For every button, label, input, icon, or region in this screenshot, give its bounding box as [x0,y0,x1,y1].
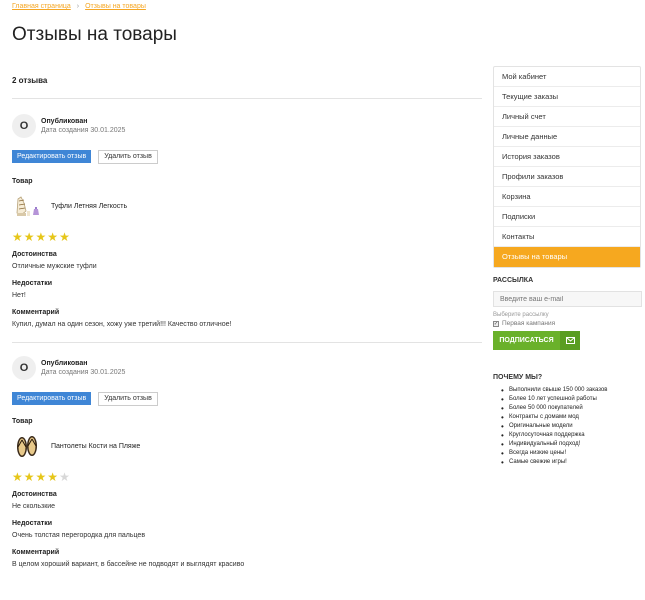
review-date: Дата создания 30.01.2025 [41,369,126,376]
pros-label: Достоинства [12,251,57,258]
why-us-item: Оригинальные модели [501,422,641,431]
why-us-list: Выполнили свыше 150 000 заказов Более 10… [493,386,641,467]
comment-label: Комментарий [12,309,60,316]
why-us-item: Контракты с домами мод [501,413,641,422]
menu-item-contacts[interactable]: Контакты [494,227,640,247]
why-us-title: ПОЧЕМУ МЫ? [493,374,543,381]
pros-label: Достоинства [12,491,57,498]
breadcrumb: Главная страница › Отзывы на товары [12,3,146,10]
pros-value: Не скользкие [12,503,56,510]
rating-stars: ★ ★ ★ ★ ★ [12,471,482,483]
why-us-item: Всегда низкие цены! [501,449,641,458]
why-us-item: Индивидуальный подход! [501,440,641,449]
star-icon: ★ [47,230,59,244]
menu-item-order-profiles[interactable]: Профили заказов [494,167,640,187]
menu-item-order-history[interactable]: История заказов [494,147,640,167]
avatar: О [12,356,36,380]
divider [12,342,482,343]
star-icon: ★ [35,470,47,484]
delete-review-button[interactable]: Удалить отзыв [98,150,158,164]
why-us-item: Более 10 лет успешной работы [501,395,641,404]
sidebar: Мой кабинет Текущие заказы Личный счет Л… [493,66,642,467]
subscribe-button-label: ПОДПИСАТЬСЯ [493,331,560,350]
subscribe-button[interactable]: ПОДПИСАТЬСЯ [493,331,580,350]
cons-value: Очень толстая перегородка для пальцев [12,532,146,539]
star-icon: ★ [23,470,35,484]
why-us-item: Круглосуточная поддержка [501,431,641,440]
email-input[interactable] [493,291,642,307]
menu-item-cart[interactable]: Корзина [494,187,640,207]
product-label: Товар [12,418,33,425]
star-icon: ★ [12,230,23,244]
rating-stars: ★ ★ ★ ★ ★ [12,231,482,243]
account-menu: Мой кабинет Текущие заказы Личный счет Л… [493,66,641,268]
newsletter-hint: Выберите рассылку [493,312,549,318]
star-icon: ★ [59,230,70,244]
star-empty-icon: ★ [59,470,70,484]
reviews-count: 2 отзыва [12,76,48,85]
divider [12,98,482,99]
star-icon: ★ [35,230,47,244]
product-row[interactable]: Пантолеты Кости на Пляже [12,431,482,461]
menu-item-personal-account[interactable]: Личный счет [494,107,640,127]
breadcrumb-current-link[interactable]: Отзывы на товары [85,3,146,10]
product-thumbnail-sandal-icon[interactable] [12,191,42,221]
comment-label: Комментарий [12,549,60,556]
edit-review-button[interactable]: Редактировать отзыв [12,150,92,163]
product-name[interactable]: Пантолеты Кости на Пляже [51,443,140,450]
review-card: О Опубликован Дата создания 30.01.2025 Р… [12,356,482,568]
product-label: Товар [12,178,33,185]
reviews-section: 2 отзыва О Опубликован Дата создания 30.… [12,70,482,568]
menu-item-my-account[interactable]: Мой кабинет [494,67,640,87]
product-row[interactable]: Туфли Летняя Легкость [12,191,482,221]
star-icon: ★ [23,230,35,244]
breadcrumb-home-link[interactable]: Главная страница [12,3,71,10]
newsletter-title: РАССЫЛКА [493,277,534,284]
review-author-row: О Опубликован Дата создания 30.01.2025 [12,114,482,138]
why-us-item: Более 50 000 покупателей [501,404,641,413]
campaign-checkbox[interactable]: ✓ [493,320,499,327]
review-author: Опубликован [41,118,88,125]
why-us-item: Самые свежие игры! [501,458,641,467]
review-card: О Опубликован Дата создания 30.01.2025 Р… [12,114,482,328]
avatar: О [12,114,36,138]
delete-review-button[interactable]: Удалить отзыв [98,392,158,406]
comment-value: Купил, думал на один сезон, хожу уже тре… [12,321,232,328]
envelope-icon [560,331,580,350]
edit-review-button[interactable]: Редактировать отзыв [12,392,92,405]
why-us-item: Выполнили свыше 150 000 заказов [501,386,641,395]
newsletter-option[interactable]: ✓ Первая кампания [493,320,641,327]
menu-item-product-reviews[interactable]: Отзывы на товары [494,247,640,267]
product-name[interactable]: Туфли Летняя Легкость [51,203,127,210]
star-icon: ★ [47,470,59,484]
star-icon: ★ [12,470,23,484]
review-date: Дата создания 30.01.2025 [41,127,126,134]
menu-item-current-orders[interactable]: Текущие заказы [494,87,640,107]
page-title: Отзывы на товары [12,24,177,45]
review-author-row: О Опубликован Дата создания 30.01.2025 [12,356,482,380]
campaign-checkbox-label: Первая кампания [502,320,556,327]
review-author: Опубликован [41,360,88,367]
cons-label: Недостатки [12,520,53,527]
pros-value: Отличные мужские туфли [12,263,97,270]
breadcrumb-separator: › [76,3,80,10]
menu-item-subscriptions[interactable]: Подписки [494,207,640,227]
cons-label: Недостатки [12,280,53,287]
menu-item-personal-data[interactable]: Личные данные [494,127,640,147]
product-thumbnail-flipflop-icon[interactable] [12,431,42,461]
comment-value: В целом хороший вариант, в бассейне не п… [12,561,245,568]
cons-value: Нет! [12,292,26,299]
